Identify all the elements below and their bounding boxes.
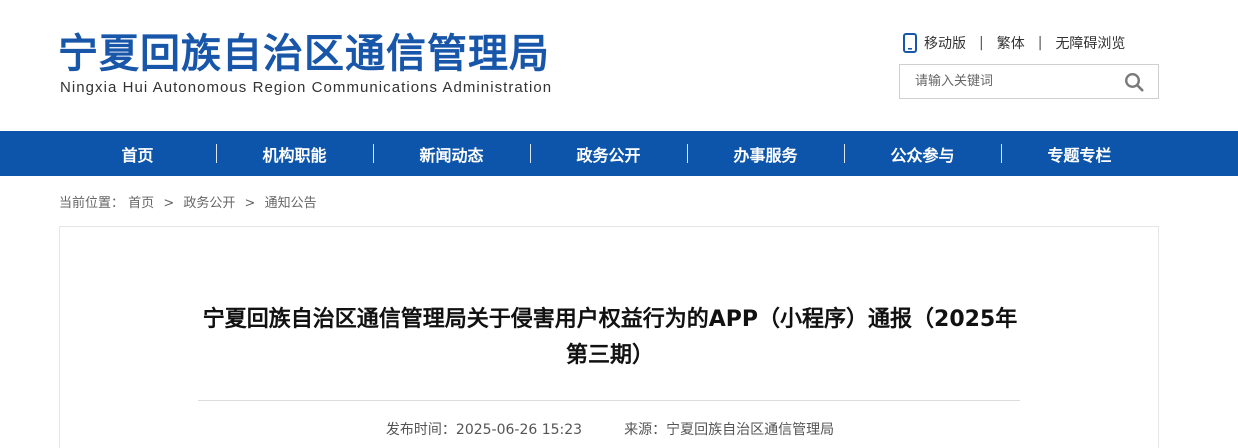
top-links: 移动版 | 繁体 | 无障碍浏览 xyxy=(903,33,1125,53)
article-container: 宁夏回族自治区通信管理局关于侵害用户权益行为的APP（小程序）通报（2025年第… xyxy=(59,226,1159,448)
site-subtitle: Ningxia Hui Autonomous Region Communicat… xyxy=(60,79,553,96)
nav-item-organization[interactable]: 机构职能 xyxy=(216,131,373,176)
article-meta: 发布时间：2025-06-26 15:23 来源：宁夏回族自治区通信管理局 xyxy=(60,419,1160,439)
breadcrumb-arrow: > xyxy=(163,196,175,211)
main-nav: 首页 机构职能 新闻动态 政务公开 办事服务 公众参与 专题专栏 xyxy=(0,131,1238,176)
article-source: 来源：宁夏回族自治区通信管理局 xyxy=(624,422,835,438)
phone-icon xyxy=(903,33,917,53)
breadcrumb-label: 当前位置： xyxy=(59,196,125,211)
breadcrumb-notices[interactable]: 通知公告 xyxy=(265,196,317,211)
publish-time: 发布时间：2025-06-26 15:23 xyxy=(385,422,583,438)
search-input[interactable] xyxy=(900,65,1110,98)
separator: | xyxy=(1037,35,1043,51)
nav-item-news[interactable]: 新闻动态 xyxy=(373,131,530,176)
accessible-browse-link[interactable]: 无障碍浏览 xyxy=(1055,33,1125,53)
breadcrumb-public-affairs[interactable]: 政务公开 xyxy=(183,196,235,211)
mobile-version-label: 移动版 xyxy=(924,36,966,52)
nav-item-services[interactable]: 办事服务 xyxy=(687,131,844,176)
nav-item-home[interactable]: 首页 xyxy=(59,131,216,176)
breadcrumb-home[interactable]: 首页 xyxy=(128,196,154,211)
separator: | xyxy=(979,35,984,51)
breadcrumb-arrow: > xyxy=(244,196,256,211)
mobile-version-link[interactable]: 移动版 xyxy=(903,33,966,53)
breadcrumb: 当前位置： 首页 > 政务公开 > 通知公告 xyxy=(59,192,317,211)
nav-item-special-topics[interactable]: 专题专栏 xyxy=(1001,131,1158,176)
site-header: 宁夏回族自治区通信管理局 Ningxia Hui Autonomous Regi… xyxy=(0,0,1238,131)
nav-item-participation[interactable]: 公众参与 xyxy=(844,131,1001,176)
site-title[interactable]: 宁夏回族自治区通信管理局 xyxy=(58,30,550,78)
search-icon xyxy=(1124,72,1144,92)
traditional-chinese-link[interactable]: 繁体 xyxy=(997,33,1025,53)
article-title: 宁夏回族自治区通信管理局关于侵害用户权益行为的APP（小程序）通报（2025年第… xyxy=(202,307,1018,368)
search-box xyxy=(899,64,1159,99)
nav-item-public-affairs[interactable]: 政务公开 xyxy=(530,131,687,176)
title-divider xyxy=(198,400,1020,401)
search-button[interactable] xyxy=(1110,65,1158,98)
